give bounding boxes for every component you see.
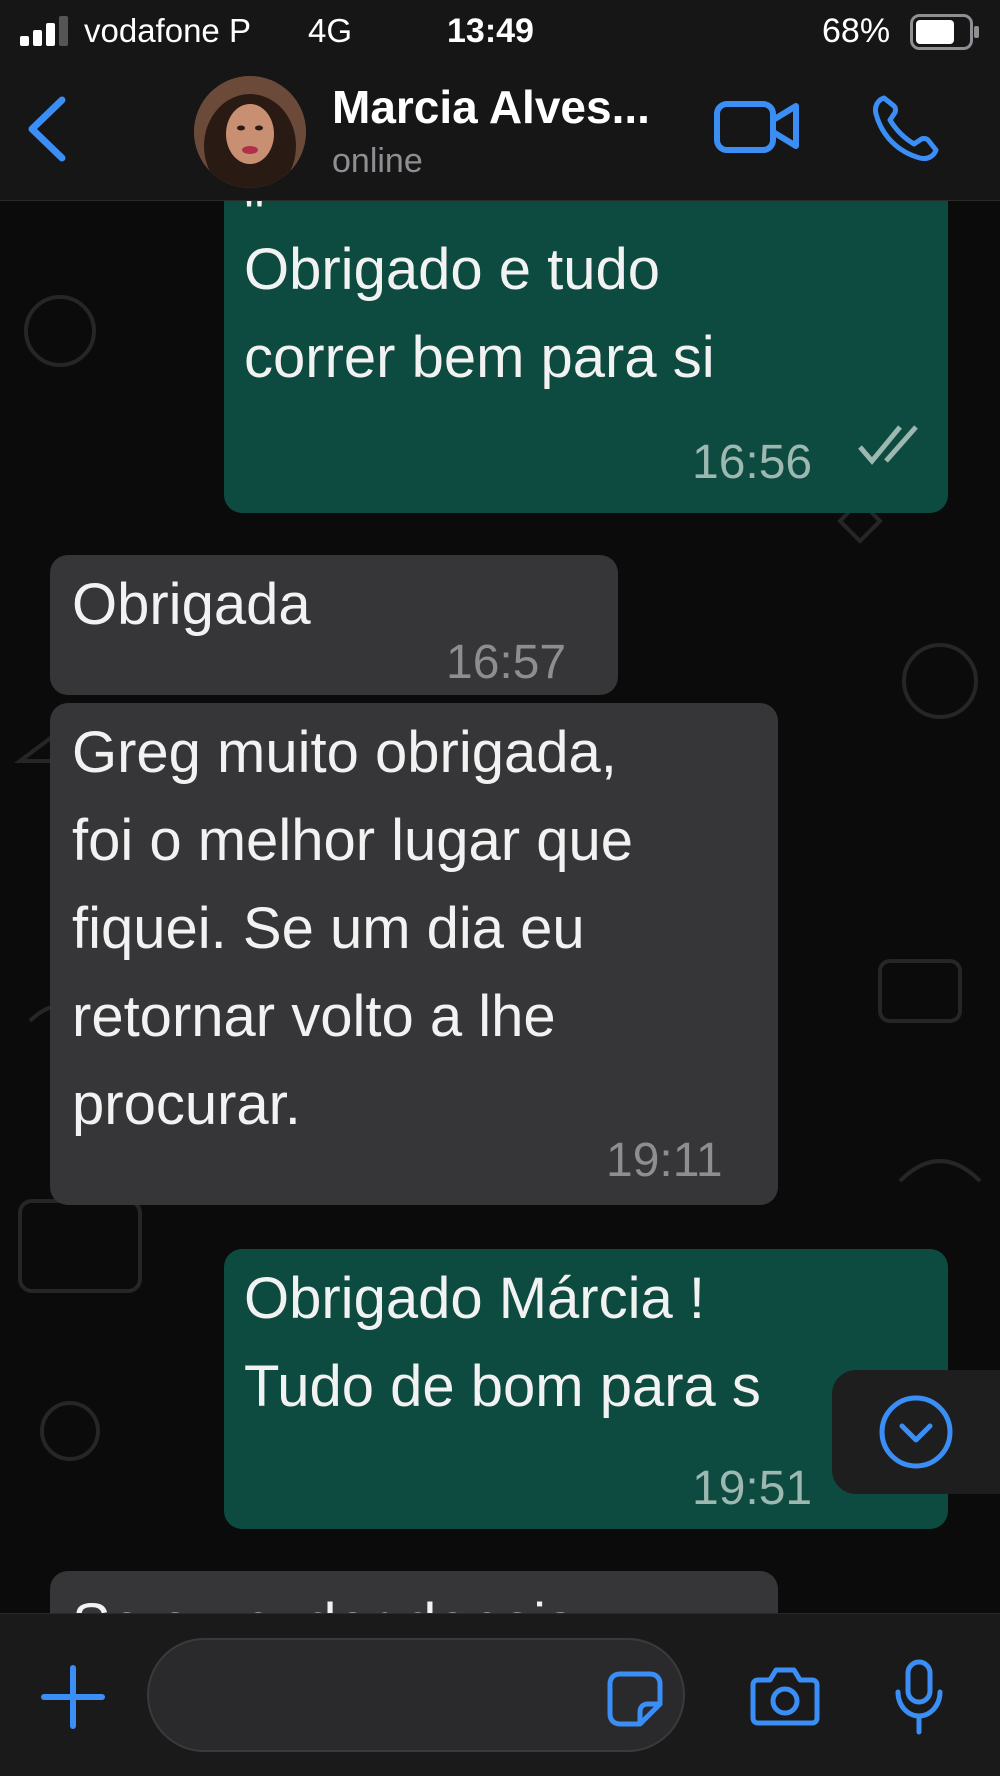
message-time: 16:56 xyxy=(692,436,813,489)
message-text-line: Obrigado e tudo xyxy=(244,237,660,302)
chevron-down-circle-icon xyxy=(879,1395,953,1469)
message-text-line: Obrigada xyxy=(72,572,311,637)
microphone-icon[interactable] xyxy=(894,1658,944,1736)
message-text-line: Se eu puder depois xyxy=(72,1581,575,1613)
status-bar: vodafone P 4G 13:49 68% xyxy=(0,0,1000,64)
message-text-line: retornar volto a lhe xyxy=(72,984,556,1049)
plus-icon[interactable] xyxy=(40,1664,106,1730)
contact-name[interactable]: Marcia Alves... xyxy=(332,80,650,134)
contact-status: online xyxy=(332,142,423,180)
message-composer xyxy=(0,1613,1000,1776)
incoming-message[interactable]: Se eu puder depois xyxy=(50,1571,778,1613)
message-text-line: fiquei. Se um dia eu xyxy=(72,896,585,961)
message-text-line: procurar. xyxy=(72,1072,301,1137)
message-time: 16:57 xyxy=(446,636,567,689)
message-text-line: Obrigado Márcia ! xyxy=(244,1266,705,1331)
message-text-line: Greg muito obrigada, xyxy=(72,720,617,785)
back-chevron-icon[interactable] xyxy=(24,94,68,164)
signal-strength-icon xyxy=(20,16,68,46)
outgoing-message[interactable]: " Obrigado e tudo correr bem para si 16:… xyxy=(224,201,948,513)
sticker-icon[interactable] xyxy=(606,1670,664,1728)
message-time: 19:51 xyxy=(692,1462,813,1515)
message-text-line: Tudo de bom para s xyxy=(244,1354,761,1419)
message-text-line: foi o melhor lugar que xyxy=(72,808,633,873)
incoming-message[interactable]: Greg muito obrigada, foi o melhor lugar … xyxy=(50,703,778,1205)
read-receipt-icon xyxy=(858,425,918,465)
clock: 13:49 xyxy=(447,12,534,50)
carrier-name: vodafone P xyxy=(84,12,251,49)
camera-icon[interactable] xyxy=(750,1664,820,1728)
incoming-message[interactable]: Obrigada 16:57 xyxy=(50,555,618,695)
message-text-line: correr bem para si xyxy=(244,325,715,390)
phone-icon[interactable] xyxy=(870,92,942,164)
message-time: 19:11 xyxy=(606,1134,723,1187)
video-camera-icon[interactable] xyxy=(714,96,800,156)
chat-header: Marcia Alves... online xyxy=(0,64,1000,201)
network-type: 4G xyxy=(308,12,353,49)
scroll-to-bottom-button[interactable] xyxy=(832,1370,1000,1494)
contact-avatar[interactable] xyxy=(194,76,306,188)
avatar-photo xyxy=(194,76,306,188)
battery-icon xyxy=(910,14,979,50)
message-input[interactable] xyxy=(147,1638,685,1752)
battery-percentage: 68% xyxy=(822,12,891,50)
